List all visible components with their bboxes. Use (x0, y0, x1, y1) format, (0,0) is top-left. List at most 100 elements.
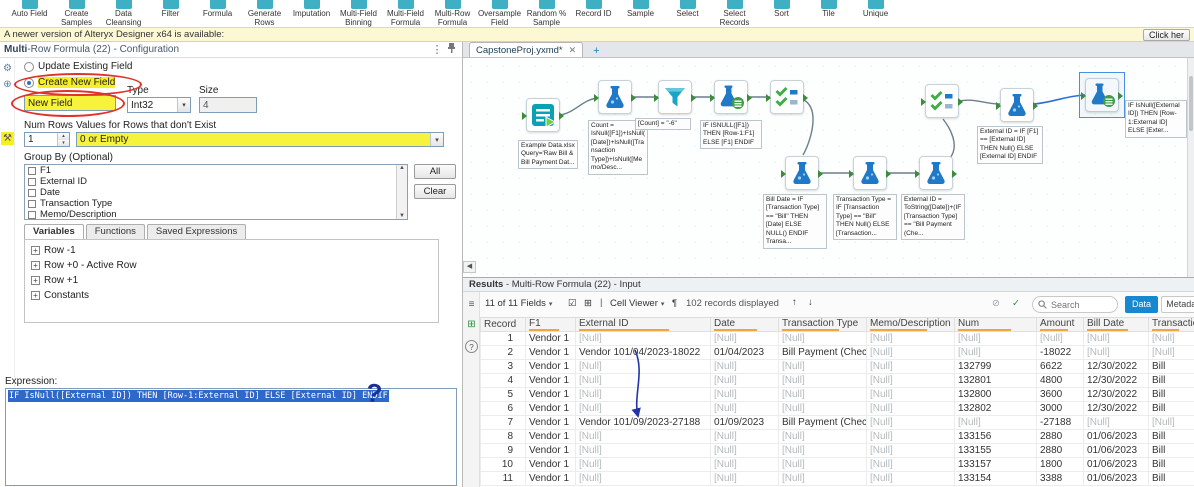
listbox-scrollbar[interactable]: ▲▼ (396, 165, 407, 219)
table-cell[interactable]: [Null] (576, 472, 711, 486)
annotation-external-id-build[interactable]: External ID = ToString([Date])+(IF [Tran… (901, 194, 965, 240)
palette-tool[interactable]: Select Records (711, 0, 758, 28)
annotation-input[interactable]: Example Data.xlsx Query='Raw Bill & Bill… (518, 140, 578, 169)
radio-create-new-field[interactable]: Create New Field (24, 77, 115, 88)
expander-icon[interactable]: + (31, 246, 40, 255)
table-cell[interactable]: [Null] (867, 458, 955, 472)
palette-tool[interactable]: Record ID (570, 0, 617, 19)
table-cell[interactable]: 132801 (955, 374, 1037, 388)
column-header[interactable]: Num (955, 318, 1037, 332)
table-cell[interactable]: [Null] (576, 374, 711, 388)
table-cell[interactable]: [Null] (867, 360, 955, 374)
table-cell[interactable]: [Null] (867, 332, 955, 346)
table-cell[interactable]: [Null] (955, 346, 1037, 360)
annotation-multirow-external[interactable]: IF IsNull([External ID]) THEN [Row-1:Ext… (1125, 100, 1187, 138)
table-cell[interactable]: [Null] (1149, 346, 1194, 360)
table-cell[interactable]: 7 (481, 416, 526, 430)
tool-formula-external-id-if[interactable] (1000, 88, 1034, 122)
table-cell[interactable]: 4800 (1037, 374, 1084, 388)
palette-tool[interactable]: Sort (758, 0, 805, 19)
table-cell[interactable]: [Null] (576, 402, 711, 416)
table-cell[interactable]: [Null] (1084, 346, 1149, 360)
annotation-multirow-f1[interactable]: IF ISNULL([F1]) THEN [Row-1:F1] ELSE [F1… (700, 120, 762, 149)
palette-tool[interactable]: Create Samples (53, 0, 100, 28)
table-cell[interactable]: [Null] (779, 402, 867, 416)
table-cell[interactable]: Vendor 1 (526, 444, 576, 458)
stepper-arrows[interactable]: ▴▾ (57, 133, 69, 146)
metadata-button[interactable]: Metadata (1161, 296, 1194, 313)
table-cell[interactable]: 5 (481, 388, 526, 402)
new-field-name-input[interactable]: New Field (24, 95, 116, 111)
table-cell[interactable]: Bill (1149, 360, 1194, 374)
table-cell[interactable]: Vendor 1 (526, 430, 576, 444)
table-cell[interactable]: [Null] (867, 472, 955, 486)
table-row[interactable]: 10Vendor 1[Null][Null][Null][Null]133157… (481, 458, 1194, 472)
checkbox-icon[interactable] (28, 167, 36, 175)
table-cell[interactable]: [Null] (711, 458, 779, 472)
table-cell[interactable]: [Null] (576, 430, 711, 444)
expander-icon[interactable]: + (31, 261, 40, 270)
table-cell[interactable]: Bill (1149, 444, 1194, 458)
table-cell[interactable]: Bill (1149, 374, 1194, 388)
add-icon[interactable]: ⊕ (1, 78, 14, 91)
table-cell[interactable]: Bill (1149, 388, 1194, 402)
table-cell[interactable]: [Null] (711, 472, 779, 486)
canvas-scroll-left-arrow[interactable]: ◀ (463, 261, 476, 273)
table-cell[interactable]: 133156 (955, 430, 1037, 444)
tool-formula-bill-date[interactable] (785, 156, 819, 190)
table-row[interactable]: 3Vendor 1[Null][Null][Null][Null]1327996… (481, 360, 1194, 374)
table-cell[interactable]: 01/06/2023 (1084, 458, 1149, 472)
annotation-bill-date[interactable]: Bill Date = IF [Transaction Type] == "Bi… (763, 194, 827, 249)
table-cell[interactable]: [Null] (779, 360, 867, 374)
table-cell[interactable]: [Null] (867, 346, 955, 360)
table-cell[interactable]: [Null] (867, 444, 955, 458)
table-cell[interactable]: [Null] (779, 332, 867, 346)
table-cell[interactable]: 6 (481, 402, 526, 416)
table-cell[interactable]: [Null] (711, 388, 779, 402)
table-row[interactable]: 9Vendor 1[Null][Null][Null][Null]1331552… (481, 444, 1194, 458)
table-cell[interactable]: [Null] (711, 444, 779, 458)
table-cell[interactable]: [Null] (779, 374, 867, 388)
search-box[interactable] (1032, 296, 1118, 313)
close-tab-icon[interactable]: ✕ (569, 45, 577, 56)
radio-update-existing-field[interactable]: Update Existing Field (24, 61, 133, 72)
palette-tool[interactable]: Generate Rows (241, 0, 288, 28)
table-cell[interactable]: 3 (481, 360, 526, 374)
column-header[interactable]: Record (481, 318, 526, 332)
table-cell[interactable]: Vendor 1 (526, 402, 576, 416)
table-row[interactable]: 7Vendor 1Vendor 101/09/2023-2718801/09/2… (481, 416, 1194, 430)
table-cell[interactable]: 12/30/2022 (1084, 402, 1149, 416)
tool-formula-transaction-type[interactable] (853, 156, 887, 190)
column-header[interactable]: F1 (526, 318, 576, 332)
update-notification-button[interactable]: Click her (1143, 29, 1190, 41)
hamburger-icon[interactable]: ≡ (465, 298, 478, 311)
table-cell[interactable]: [Null] (1037, 332, 1084, 346)
table-cell[interactable]: [Null] (1084, 416, 1149, 430)
expander-icon[interactable]: + (31, 276, 40, 285)
column-header[interactable]: Bill Date (1084, 318, 1149, 332)
annotation-filter[interactable]: [Count] = "-6" (635, 118, 691, 130)
palette-tool[interactable]: Auto Field (6, 0, 53, 19)
table-cell[interactable]: 4 (481, 374, 526, 388)
table-row[interactable]: 1Vendor 1[Null][Null][Null][Null][Null][… (481, 332, 1194, 346)
tab-variables[interactable]: Variables (24, 224, 84, 239)
table-cell[interactable]: [Null] (867, 402, 955, 416)
table-cell[interactable]: [Null] (1084, 332, 1149, 346)
group-by-field-item[interactable]: Transaction Type (25, 198, 395, 209)
expression-editor[interactable]: IF IsNull([External ID]) THEN [Row-1:Ext… (5, 388, 457, 486)
table-cell[interactable]: Vendor 101/04/2023-18022 (576, 346, 711, 360)
column-header[interactable]: Transaction Type (779, 318, 867, 332)
table-cell[interactable]: 01/04/2023 (711, 346, 779, 360)
cell-viewer-dropdown[interactable]: Cell Viewer ▾ (610, 298, 664, 309)
table-cell[interactable]: [Null] (779, 444, 867, 458)
gear-icon[interactable]: ⚙ (1, 62, 14, 75)
table-cell[interactable]: 12/30/2022 (1084, 374, 1149, 388)
select-fields-icon[interactable]: ☑ (568, 298, 577, 309)
table-cell[interactable]: [Null] (779, 472, 867, 486)
table-cell[interactable]: Vendor 1 (526, 388, 576, 402)
table-cell[interactable]: [Null] (576, 458, 711, 472)
workflow-canvas[interactable]: Example Data.xlsx Query='Raw Bill & Bill… (463, 58, 1194, 277)
group-by-field-item[interactable]: F1 (25, 165, 395, 176)
no-sign-icon[interactable]: ⊘ (992, 298, 1000, 309)
help-icon[interactable]: ? (465, 340, 478, 353)
